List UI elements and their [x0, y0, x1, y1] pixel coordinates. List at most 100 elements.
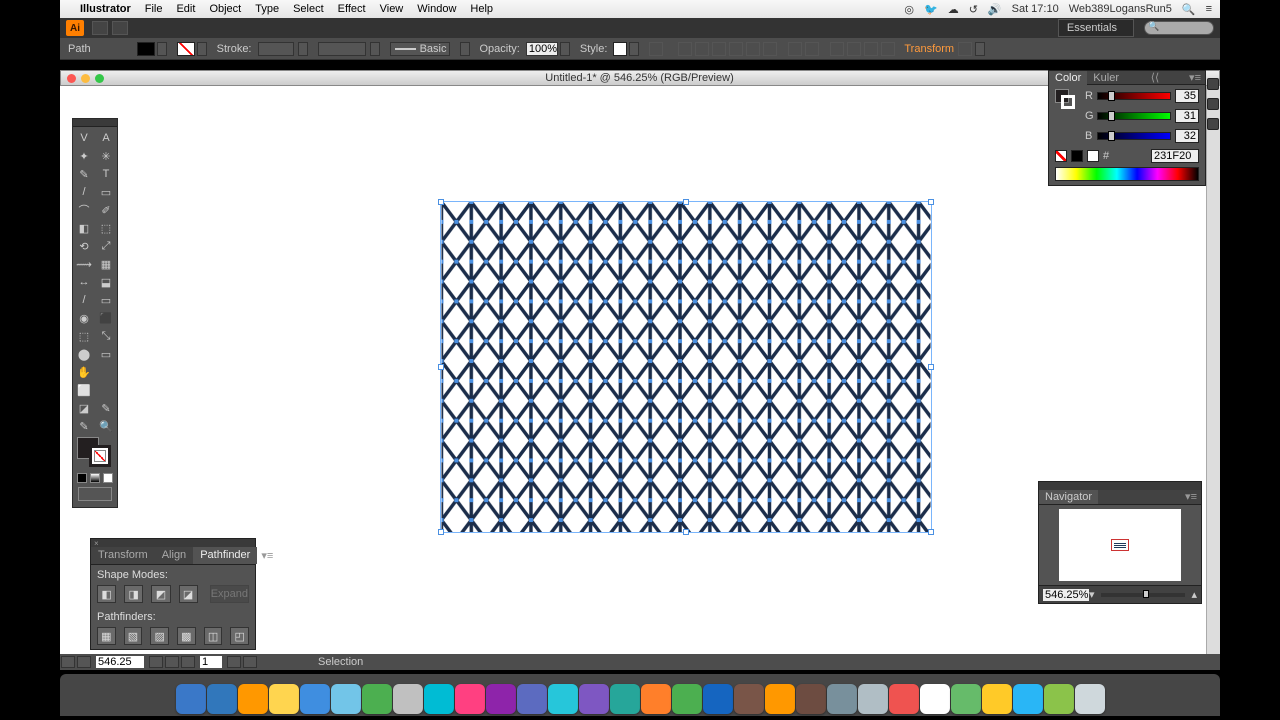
- tool-7-1[interactable]: ▦: [95, 255, 117, 273]
- panel-menu-icon[interactable]: ▾≡: [257, 547, 277, 564]
- tool-14-1[interactable]: [95, 381, 117, 399]
- dock-app-24[interactable]: [920, 684, 950, 714]
- bbox-handle-br[interactable]: [928, 529, 934, 535]
- dock-app-22[interactable]: [858, 684, 888, 714]
- last-artboard-button[interactable]: [243, 656, 257, 668]
- next-artboard-button[interactable]: [227, 656, 241, 668]
- align-top-button[interactable]: [729, 42, 743, 56]
- style-swatch[interactable]: [613, 42, 627, 56]
- recolor-button[interactable]: [649, 42, 663, 56]
- blue-value-input[interactable]: 32: [1175, 129, 1199, 143]
- white-swatch[interactable]: [1087, 150, 1099, 162]
- distribute-h-button[interactable]: [788, 42, 802, 56]
- tool-4-0[interactable]: ⌒: [73, 201, 95, 219]
- dock-app-18[interactable]: [734, 684, 764, 714]
- merge-button[interactable]: ▨: [150, 627, 169, 645]
- tool-5-0[interactable]: ◧: [73, 219, 95, 237]
- align-to-2-button[interactable]: [847, 42, 861, 56]
- dock-app-13[interactable]: [579, 684, 609, 714]
- menu-help[interactable]: Help: [470, 3, 493, 15]
- screen-mode-button[interactable]: [78, 487, 112, 501]
- divide-button[interactable]: ▦: [97, 627, 116, 645]
- brush-dropdown[interactable]: [460, 42, 470, 56]
- tool-9-0[interactable]: /: [73, 291, 95, 309]
- align-to-3-button[interactable]: [864, 42, 878, 56]
- stroke-swatch[interactable]: [177, 42, 195, 56]
- menu-file[interactable]: File: [145, 3, 163, 15]
- dock-app-11[interactable]: [517, 684, 547, 714]
- dock-app-27[interactable]: [1013, 684, 1043, 714]
- tool-3-1[interactable]: ▭: [95, 183, 117, 201]
- gradient-mode-button[interactable]: [90, 473, 100, 483]
- red-value-input[interactable]: 35: [1175, 89, 1199, 103]
- brush-definition[interactable]: Basic: [390, 42, 450, 56]
- clock[interactable]: Sat 17:10: [1012, 3, 1059, 15]
- tab-align[interactable]: Align: [155, 547, 193, 564]
- transform-panel-button[interactable]: [958, 42, 972, 56]
- artboard-number-input[interactable]: 1: [200, 656, 222, 668]
- bbox-handle-tl[interactable]: [438, 199, 444, 205]
- sync-icon[interactable]: ↺: [969, 3, 978, 16]
- notifications-icon[interactable]: ≡: [1206, 3, 1212, 15]
- tool-2-0[interactable]: ✎: [73, 165, 95, 183]
- red-slider[interactable]: [1097, 92, 1171, 100]
- dock-app-23[interactable]: [889, 684, 919, 714]
- exclude-button[interactable]: ◪: [179, 585, 198, 603]
- menu-window[interactable]: Window: [417, 3, 456, 15]
- vertical-scrollbar[interactable]: [1206, 86, 1220, 654]
- collapsed-panel-icon[interactable]: [1207, 98, 1219, 110]
- dock-app-17[interactable]: [703, 684, 733, 714]
- stroke-width-dropdown[interactable]: [298, 42, 308, 56]
- tool-16-0[interactable]: ✎: [73, 417, 95, 435]
- dock-app-26[interactable]: [982, 684, 1012, 714]
- tool-1-0[interactable]: ✦: [73, 147, 95, 165]
- minus-back-button[interactable]: ◰: [230, 627, 249, 645]
- dock-app-10[interactable]: [486, 684, 516, 714]
- volume-icon[interactable]: 🔊: [988, 3, 1002, 16]
- stroke-dropdown[interactable]: [197, 42, 207, 56]
- menu-edit[interactable]: Edit: [176, 3, 195, 15]
- status-icon[interactable]: ◎: [904, 3, 914, 16]
- dock-app-14[interactable]: [610, 684, 640, 714]
- panel-menu-icon[interactable]: ▾≡: [1185, 71, 1205, 84]
- bbox-handle-ml[interactable]: [438, 364, 444, 370]
- bbox-handle-bm[interactable]: [683, 529, 689, 535]
- menu-select[interactable]: Select: [293, 3, 324, 15]
- profile-dropdown[interactable]: [318, 42, 366, 56]
- zoom-out-icon[interactable]: ▾: [1089, 588, 1095, 601]
- dock-app-9[interactable]: [455, 684, 485, 714]
- bridge-button[interactable]: [92, 21, 108, 35]
- dock-app-28[interactable]: [1044, 684, 1074, 714]
- tab-color[interactable]: Color: [1049, 71, 1087, 85]
- panel-titlebar[interactable]: ×: [91, 539, 255, 547]
- hex-input[interactable]: 231F20: [1151, 149, 1199, 163]
- collapsed-panel-icon[interactable]: [1207, 118, 1219, 130]
- window-close-button[interactable]: [67, 74, 76, 83]
- tool-13-0[interactable]: ✋: [73, 363, 95, 381]
- align-right-button[interactable]: [712, 42, 726, 56]
- arrange-docs-button[interactable]: [112, 21, 128, 35]
- trim-button[interactable]: ▧: [124, 627, 143, 645]
- collapsed-panel-icon[interactable]: [1207, 78, 1219, 90]
- dock-app-16[interactable]: [672, 684, 702, 714]
- crop-button[interactable]: ▩: [177, 627, 196, 645]
- panel-grip[interactable]: [73, 119, 117, 127]
- tool-3-0[interactable]: /: [73, 183, 95, 201]
- tool-12-1[interactable]: ▭: [95, 345, 117, 363]
- navigator-viewport[interactable]: [1059, 509, 1181, 581]
- dock-app-25[interactable]: [951, 684, 981, 714]
- dock-app-5[interactable]: [331, 684, 361, 714]
- dock-app-4[interactable]: [300, 684, 330, 714]
- window-zoom-button[interactable]: [95, 74, 104, 83]
- tool-5-1[interactable]: ⬚: [95, 219, 117, 237]
- distribute-v-button[interactable]: [805, 42, 819, 56]
- transform-dropdown[interactable]: [975, 42, 985, 56]
- bbox-handle-tm[interactable]: [683, 199, 689, 205]
- menu-object[interactable]: Object: [209, 3, 241, 15]
- fill-stroke-indicator[interactable]: [77, 437, 113, 469]
- zoom-dropdown[interactable]: [149, 656, 163, 668]
- zoom-in-icon[interactable]: ▴: [1191, 588, 1197, 601]
- fill-dropdown[interactable]: [157, 42, 167, 56]
- tool-15-0[interactable]: ◪: [73, 399, 95, 417]
- dock-app-2[interactable]: [238, 684, 268, 714]
